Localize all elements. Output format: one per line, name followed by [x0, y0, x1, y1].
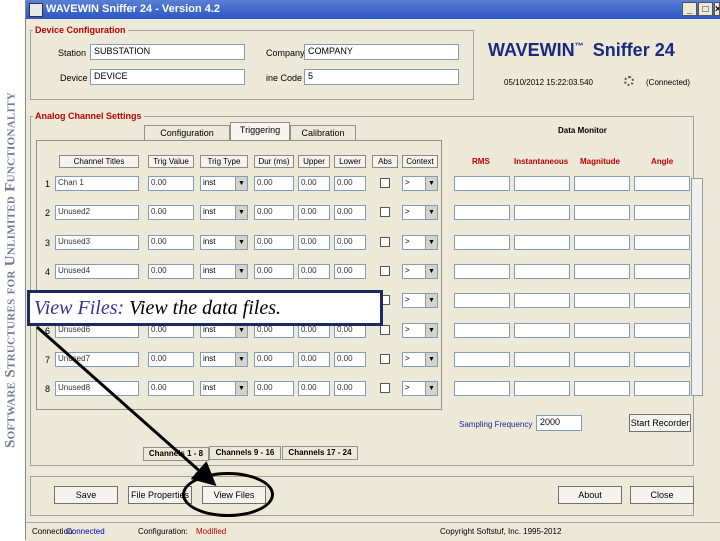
- callout-arrow: [36, 325, 217, 486]
- view-files-highlight-circle: [182, 472, 274, 517]
